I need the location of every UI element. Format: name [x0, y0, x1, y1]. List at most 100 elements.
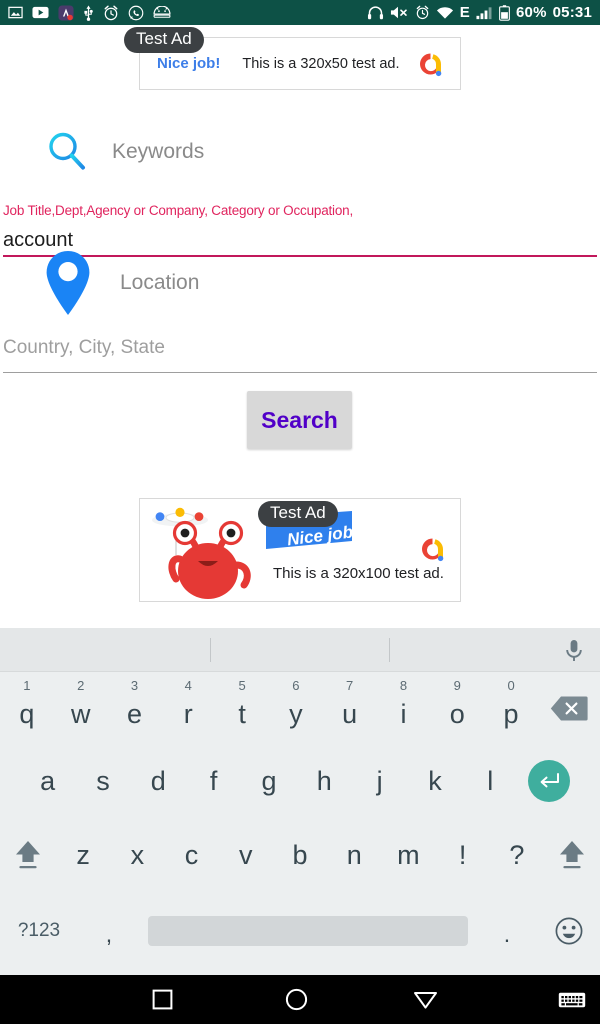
search-magnifier-icon[interactable] — [44, 129, 90, 175]
key-m[interactable]: m — [381, 818, 435, 892]
key-r-label: r — [183, 698, 193, 729]
key-w[interactable]: 2 w — [54, 672, 108, 744]
search-button[interactable]: Search — [247, 391, 352, 449]
key-b[interactable]: b — [273, 818, 327, 892]
key-u-number: 7 — [346, 678, 354, 693]
key-l[interactable]: l — [463, 744, 518, 818]
key-l-label: l — [487, 765, 494, 796]
key-t[interactable]: 5 t — [215, 672, 269, 744]
android-icon — [153, 6, 171, 18]
key-i-label: i — [400, 698, 407, 729]
key-q[interactable]: 1 q — [0, 672, 54, 744]
keyboard-row-1: 1 q 2 w 3 e 4 r 5 t 6 y 7 u 8 i 9 o 0 p — [0, 672, 600, 744]
shift-key-right[interactable] — [544, 838, 600, 872]
map-pin-icon[interactable] — [38, 247, 98, 319]
key-x-label: x — [130, 839, 145, 870]
android-navigation-bar — [0, 975, 600, 1024]
usb-icon — [84, 4, 93, 21]
key-d-label: d — [150, 765, 166, 796]
key-s[interactable]: s — [75, 744, 130, 818]
key-s-label: s — [96, 765, 110, 796]
enter-key[interactable] — [518, 760, 580, 802]
key-o[interactable]: 9 o — [430, 672, 484, 744]
key-o-number: 9 — [453, 678, 461, 693]
key-g[interactable]: g — [241, 744, 296, 818]
key-p-number: 0 — [507, 678, 515, 693]
key-e-number: 3 — [130, 678, 139, 693]
key-v[interactable]: v — [219, 818, 273, 892]
backspace-key[interactable] — [538, 695, 600, 722]
recents-button[interactable] — [152, 989, 173, 1010]
key-i-number: 8 — [399, 678, 408, 693]
suggestion-divider — [210, 638, 211, 662]
suggestion-strip[interactable] — [0, 628, 600, 672]
location-input[interactable] — [3, 330, 597, 373]
ad-top-test-badge: Test Ad — [124, 27, 204, 53]
key-p[interactable]: 0 p — [484, 672, 538, 744]
key-o-label: o — [449, 698, 465, 729]
key-j[interactable]: j — [352, 744, 407, 818]
hide-keyboard-button[interactable] — [558, 990, 586, 1010]
period-key[interactable]: . — [476, 892, 538, 970]
key-z[interactable]: z — [56, 818, 110, 892]
key-u[interactable]: 7 u — [323, 672, 377, 744]
key-n-label: n — [346, 839, 362, 870]
key-h-label: h — [316, 765, 332, 796]
keyboard-row-3: z x c v b n m ! ? — [0, 818, 600, 892]
microphone-icon[interactable] — [562, 638, 586, 664]
key-c[interactable]: c — [164, 818, 218, 892]
key-x[interactable]: x — [110, 818, 164, 892]
hide-keyboard-icon — [558, 992, 586, 1007]
keywords-label: Keywords — [112, 140, 205, 163]
key-exclamation-label: ! — [458, 839, 467, 870]
symbols-key[interactable]: ?123 — [0, 920, 78, 942]
status-bar-left-icons — [8, 4, 171, 21]
key-f-label: f — [209, 765, 218, 796]
key-exclamation[interactable]: ! — [436, 818, 490, 892]
keyboard-row-4: ?123 , . — [0, 892, 600, 970]
image-icon — [8, 6, 23, 19]
suggestion-divider — [389, 638, 390, 662]
red-monster-icon — [152, 507, 251, 599]
key-a-label: a — [40, 765, 56, 796]
home-button[interactable] — [285, 988, 308, 1011]
key-r[interactable]: 4 r — [161, 672, 215, 744]
key-e[interactable]: 3 e — [108, 672, 162, 744]
key-j-label: j — [376, 765, 383, 796]
key-h[interactable]: h — [297, 744, 352, 818]
key-a[interactable]: a — [20, 744, 75, 818]
key-question-label: ? — [509, 839, 525, 870]
key-m-label: m — [397, 839, 420, 870]
key-g-label: g — [261, 765, 277, 796]
key-i[interactable]: 8 i — [377, 672, 431, 744]
recents-square-icon — [152, 989, 173, 1010]
app-content: Nice job! This is a 320x50 test ad. Test… — [0, 25, 600, 628]
key-f[interactable]: f — [186, 744, 241, 818]
ad-bottom-test-badge: Test Ad — [258, 501, 338, 527]
key-k[interactable]: k — [407, 744, 462, 818]
volume-mute-icon — [390, 6, 407, 19]
back-button[interactable] — [413, 990, 438, 1010]
ad-banner-bottom[interactable]: Nice job! This is a 320x100 test ad. Tes… — [139, 498, 461, 602]
key-question[interactable]: ? — [490, 818, 544, 892]
key-n[interactable]: n — [327, 818, 381, 892]
app-badge-icon — [58, 4, 74, 21]
emoji-key[interactable] — [538, 916, 600, 946]
key-w-number: 2 — [77, 678, 85, 693]
shift-key-left[interactable] — [0, 838, 56, 872]
alarm-icon — [104, 4, 118, 20]
battery-icon — [499, 4, 510, 21]
keyboard-row-2: a s d f g h j k l — [0, 744, 600, 818]
whatsapp-icon — [128, 5, 144, 20]
key-e-label: e — [126, 698, 142, 729]
key-c-label: c — [184, 839, 199, 870]
keywords-field-header: Keywords — [44, 129, 204, 175]
key-d[interactable]: d — [131, 744, 186, 818]
key-t-number: 5 — [238, 678, 246, 693]
home-circle-icon — [285, 988, 308, 1011]
key-y[interactable]: 6 y — [269, 672, 323, 744]
key-v-label: v — [239, 839, 253, 870]
comma-key[interactable]: , — [78, 892, 140, 970]
key-r-number: 4 — [184, 678, 192, 693]
space-key[interactable] — [148, 916, 468, 946]
